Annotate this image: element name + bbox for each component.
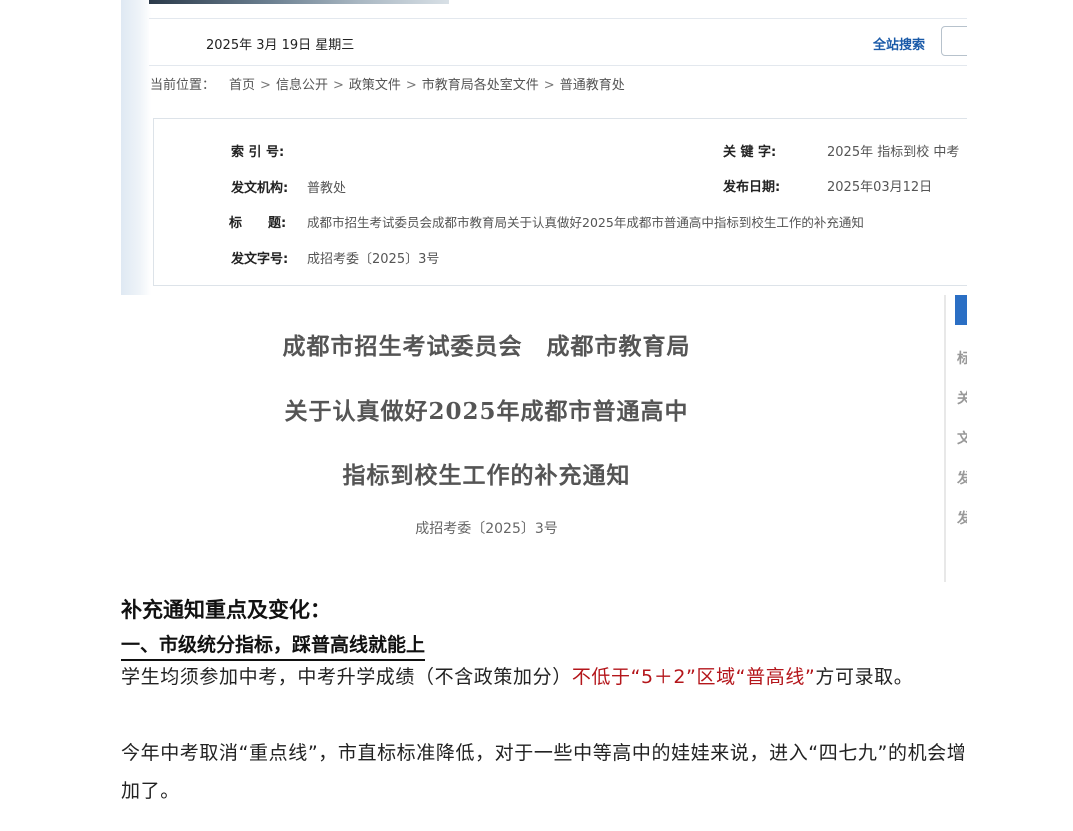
keyword-label: 关 键 字: bbox=[723, 145, 777, 160]
index-label: 索 引 号: bbox=[231, 145, 285, 160]
site-search-link[interactable]: 全站搜索 bbox=[873, 34, 925, 53]
info-row-issuer: 发文机构: 普教处 bbox=[231, 177, 346, 196]
paragraph-1-ending: 方可录取。 bbox=[815, 666, 914, 688]
document-number: 成招考委〔2025〕3号 bbox=[415, 521, 558, 537]
current-date: 2025年 3月 19日 星期三 bbox=[206, 38, 355, 53]
sidebar-item-glyph: 发 bbox=[957, 471, 967, 487]
sidebar-item-glyph: 标 bbox=[957, 351, 967, 367]
publish-date-value: 2025年03月12日 bbox=[827, 180, 933, 195]
breadcrumb-separator: > bbox=[543, 78, 555, 93]
issuer-label: 发文机构: bbox=[231, 181, 289, 196]
document-info-table: 索 引 号: 关 键 字: 2025年 指标到校 中考 发文机构: 普教处 发布日期… bbox=[153, 118, 967, 286]
info-row-publish-date: 发布日期: 2025年03月12日 bbox=[723, 176, 932, 195]
breadcrumb-separator: > bbox=[260, 78, 271, 93]
website-screenshot: 2025年 3月 19日 星期三 全站搜索 当前位置： 首页 > 信息公开 > 政策文件 >… bbox=[121, 0, 967, 582]
info-row-doc-number: 发文字号: 成招考委〔2025〕3号 bbox=[231, 248, 439, 267]
document-title-line-2: 关于认真做好2025年成都市普通高中 bbox=[284, 398, 689, 425]
breadcrumb-prefix: 当前位置： bbox=[150, 78, 216, 93]
keyword-value: 2025年 指标到校 中考 bbox=[827, 145, 960, 160]
sidebar-item-glyph: 关 bbox=[957, 391, 967, 407]
document-body: 成都市招生考试委员会 成都市教育局 关于认真做好2025年成都市普通高中 指标到… bbox=[135, 295, 947, 582]
paragraph-1: 学生均须参加中考，中考升学成绩（不含政策加分）不低于“5＋2”区域“普高线”方可… bbox=[121, 658, 967, 696]
breadcrumb-item-department-files[interactable]: 市教育局各处室文件 bbox=[422, 78, 539, 93]
paragraph-1-highlight: 不低于“5＋2”区域“普高线” bbox=[571, 666, 816, 688]
document-title-line-1: 成都市招生考试委员会 成都市教育局 bbox=[282, 333, 691, 360]
site-search-input[interactable] bbox=[941, 26, 967, 56]
article-heading: 补充通知重点及变化： bbox=[121, 598, 331, 622]
info-row-index: 索 引 号: bbox=[231, 141, 288, 160]
info-row-keyword: 关 键 字: 2025年 指标到校 中考 bbox=[723, 141, 959, 160]
sidebar-item-glyph: 发 bbox=[957, 511, 967, 527]
title-value: 成都市招生考试委员会成都市教育局关于认真做好2025年成都市普通高中指标到校生工… bbox=[307, 215, 864, 230]
sidebar-item-glyph: 文 bbox=[957, 431, 967, 447]
title-label: 标 题: bbox=[229, 216, 287, 231]
breadcrumb-item-info-disclosure[interactable]: 信息公开 bbox=[276, 78, 328, 93]
section-heading-1: 一、市级统分指标，踩普高线就能上 bbox=[121, 630, 426, 661]
breadcrumb: 当前位置： 首页 > 信息公开 > 政策文件 > 市教育局各处室文件 > 普通教育处 bbox=[150, 74, 625, 93]
doc-number-value: 成招考委〔2025〕3号 bbox=[307, 252, 440, 267]
paragraph-2: 今年中考取消“重点线”，市直标标准降低，对于一些中等高中的娃娃来说，进入“四七九… bbox=[121, 742, 967, 802]
publish-date-label: 发布日期: bbox=[723, 180, 781, 195]
sidebar-tab[interactable] bbox=[955, 295, 967, 325]
banner-image-strip bbox=[149, 0, 449, 4]
breadcrumb-item-policy-files[interactable]: 政策文件 bbox=[349, 78, 401, 93]
info-row-title: 标 题: 成都市招生考试委员会成都市教育局关于认真做好2025年成都市普通高中指标… bbox=[229, 212, 864, 231]
breadcrumb-item-home[interactable]: 首页 bbox=[229, 78, 255, 93]
breadcrumb-separator: > bbox=[332, 78, 344, 93]
doc-number-label: 发文字号: bbox=[231, 252, 289, 267]
breadcrumb-item-general-education[interactable]: 普通教育处 bbox=[560, 78, 625, 93]
page-side-gradient bbox=[121, 0, 151, 295]
paragraph-1-text: 学生均须参加中考，中考升学成绩（不含政策加分） bbox=[121, 666, 572, 688]
breadcrumb-separator: > bbox=[405, 78, 417, 93]
issuer-value: 普教处 bbox=[307, 181, 347, 196]
document-title-line-3: 指标到校生工作的补充通知 bbox=[342, 462, 631, 489]
sidebar-divider bbox=[944, 295, 946, 582]
